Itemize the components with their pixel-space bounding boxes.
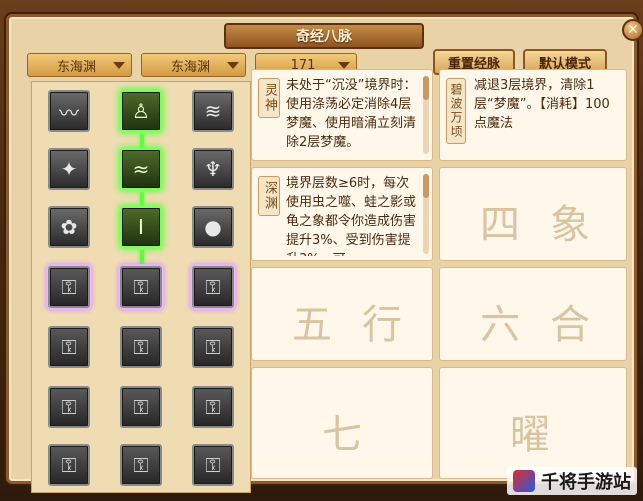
empty-slot: 四 象 bbox=[439, 167, 627, 261]
watermark-logo-icon bbox=[513, 470, 535, 492]
skill-name-tag: 碧波万顷 bbox=[446, 78, 466, 144]
chevron-down-icon bbox=[227, 62, 239, 69]
lock-icon[interactable]: ⚿ bbox=[120, 386, 162, 428]
region-dropdown-2[interactable]: 东海渊 bbox=[141, 53, 246, 77]
chevron-down-icon bbox=[113, 62, 125, 69]
site-watermark: 千将手游站 bbox=[507, 467, 637, 495]
decor-glyph: 四 bbox=[480, 202, 520, 248]
scrollbar[interactable] bbox=[423, 174, 429, 254]
empty-slot: 七 bbox=[251, 367, 433, 479]
decor-glyph: 象 bbox=[550, 202, 590, 248]
close-button[interactable]: ✕ bbox=[622, 19, 643, 41]
dragon-icon[interactable]: ♆ bbox=[192, 148, 234, 190]
stream-icon[interactable]: ≋ bbox=[192, 90, 234, 132]
decor-glyph: 曜 bbox=[510, 412, 550, 458]
lock-icon[interactable]: ⚿ bbox=[192, 444, 234, 486]
lock-icon[interactable]: ⚿ bbox=[192, 386, 234, 428]
watermark-text: 千将手游站 bbox=[541, 472, 631, 493]
gourd-icon[interactable]: ● bbox=[192, 206, 234, 248]
skill-name-tag: 深渊 bbox=[258, 176, 280, 216]
skill-card-shenyuan: 深渊 境界层数≥6时，每次使用虫之噬、蛙之影或龟之象都令你造成伤害提升3%、受到… bbox=[251, 167, 433, 261]
skill-card-lingshen: 灵神 未处于“沉没”境界时：使用涤荡必定消除4层梦魔、使用暗涌立刻清除2层梦魔。 bbox=[251, 69, 433, 161]
region-dropdown-1[interactable]: 东海渊 bbox=[27, 53, 132, 77]
lock-icon[interactable]: ⚿ bbox=[120, 444, 162, 486]
decor-glyph: 七 bbox=[322, 412, 362, 458]
window-title: 奇经八脉 bbox=[224, 23, 424, 49]
lock-icon[interactable]: ⚿ bbox=[48, 444, 90, 486]
wind-icon[interactable]: ≈ bbox=[120, 148, 162, 190]
lock-icon[interactable]: ⚿ bbox=[120, 266, 162, 308]
wave-icon[interactable]: 〰 bbox=[48, 90, 90, 132]
close-icon: ✕ bbox=[627, 22, 639, 38]
decor-glyph: 行 bbox=[362, 302, 402, 348]
skill-description: 减退3层境界，清除1层“梦魔”。【消耗】100点魔法 bbox=[474, 78, 610, 131]
empty-slot: 六 合 bbox=[439, 267, 627, 361]
lotus-icon[interactable]: ✿ bbox=[48, 206, 90, 248]
decor-glyph: 六 bbox=[480, 302, 520, 348]
empty-slot: 曜 bbox=[439, 367, 627, 479]
meridian-grid: 〰 ♙ ≋ ✦ ≈ ♆ ✿ Ⅰ ● ⚿ ⚿ ⚿ ⚿ ⚿ ⚿ ⚿ ⚿ ⚿ ⚿ ⚿ … bbox=[31, 81, 251, 493]
chevron-down-icon bbox=[338, 62, 350, 69]
decor-glyph: 合 bbox=[550, 302, 590, 348]
lock-icon[interactable]: ⚿ bbox=[48, 326, 90, 368]
bird-icon[interactable]: ✦ bbox=[48, 148, 90, 190]
empty-slot: 五 行 bbox=[251, 267, 433, 361]
lock-icon[interactable]: ⚿ bbox=[120, 326, 162, 368]
decor-glyph: 五 bbox=[292, 302, 332, 348]
lock-icon[interactable]: ⚿ bbox=[192, 326, 234, 368]
figure-icon[interactable]: ♙ bbox=[120, 90, 162, 132]
skill-card-bibo: 碧波万顷 减退3层境界，清除1层“梦魔”。【消耗】100点魔法 bbox=[439, 69, 627, 161]
meridian-window: 奇经八脉 ✕ 东海渊 东海渊 171 重置经脉 默认模式 〰 ♙ ≋ ✦ ≈ ♆… bbox=[6, 14, 643, 493]
lock-icon[interactable]: ⚿ bbox=[48, 386, 90, 428]
scrollbar-thumb[interactable] bbox=[423, 76, 429, 100]
lock-icon[interactable]: ⚿ bbox=[192, 266, 234, 308]
pillar-icon[interactable]: Ⅰ bbox=[120, 206, 162, 248]
lock-icon[interactable]: ⚿ bbox=[48, 266, 90, 308]
scrollbar[interactable] bbox=[423, 76, 429, 154]
scrollbar-thumb[interactable] bbox=[423, 174, 429, 198]
skill-description: 境界层数≥6时，每次使用虫之噬、蛙之影或龟之象都令你造成伤害提升3%、受到伤害提… bbox=[286, 176, 417, 256]
skill-name-tag: 灵神 bbox=[258, 78, 280, 118]
skill-description: 未处于“沉没”境界时：使用涤荡必定消除4层梦魔、使用暗涌立刻清除2层梦魔。 bbox=[286, 78, 417, 150]
